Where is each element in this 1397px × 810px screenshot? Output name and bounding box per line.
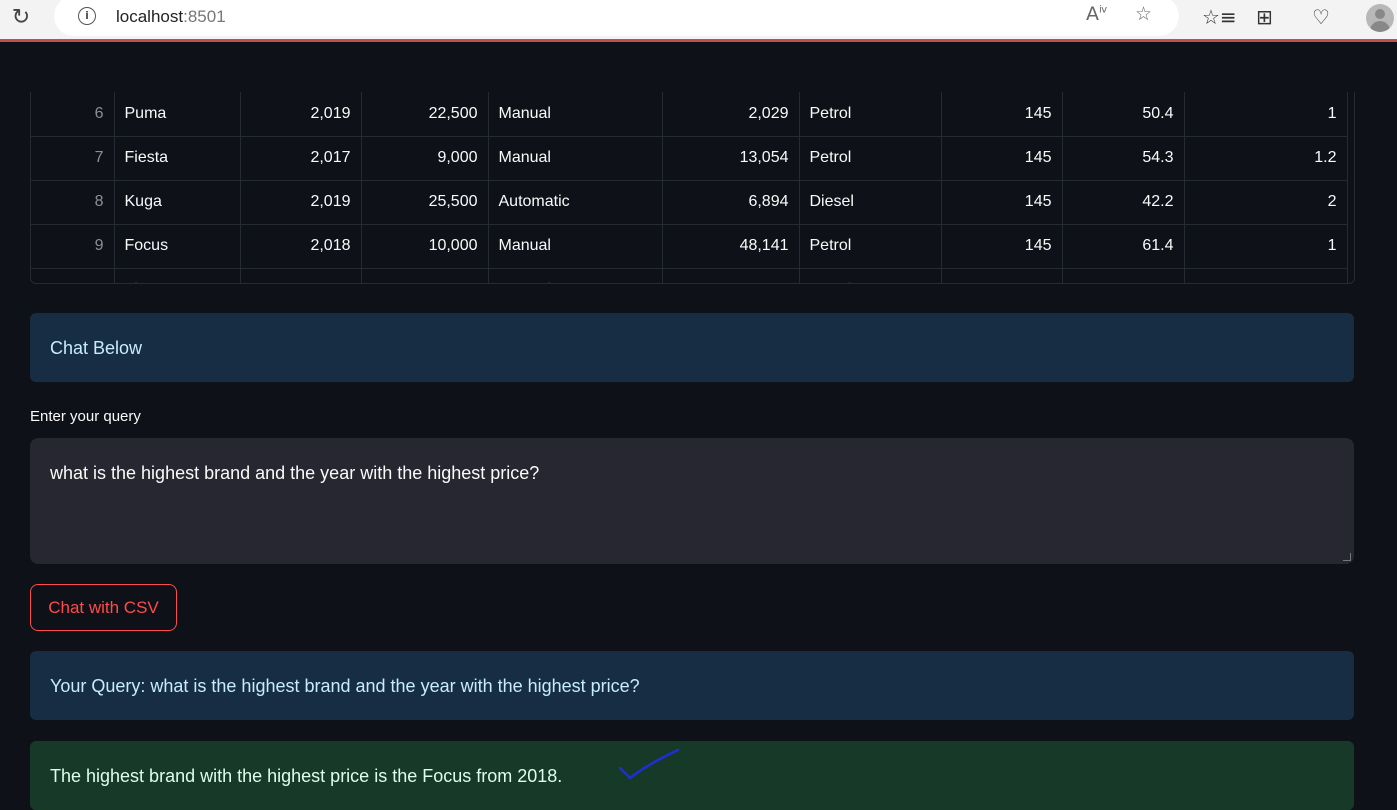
cell-year[interactable]: 2,017 <box>240 136 362 181</box>
favorites-list-icon[interactable]: ☆≡ <box>1202 5 1237 29</box>
url-text: localhost:8501 <box>116 7 226 27</box>
table-row[interactable]: 6 Puma 2,019 22,500 Manual 2,029 Petrol 145 50.4… <box>31 92 1348 137</box>
cell-engine[interactable]: 1 <box>1184 92 1348 137</box>
cell-mileage[interactable]: 10,000 <box>662 268 800 283</box>
cell-transmission[interactable]: Manual <box>488 224 663 269</box>
cell-year[interactable]: 2,018 <box>240 224 362 269</box>
resize-handle-icon[interactable] <box>1343 553 1351 561</box>
cell-tax[interactable]: 145 <box>941 224 1063 269</box>
your-query-box: Your Query: what is the highest brand an… <box>30 651 1354 720</box>
cell-engine[interactable]: 1 <box>1184 224 1348 269</box>
table-row[interactable]: 10Fiesta2,01911,500Manual10,000Petrol145… <box>31 268 1348 283</box>
cell-mileage[interactable]: 13,054 <box>662 136 800 181</box>
cell-tax[interactable]: 145 <box>941 268 1063 283</box>
cell-model[interactable]: Focus <box>114 224 241 269</box>
cell-index[interactable]: 10 <box>31 268 115 283</box>
cell-tax[interactable]: 145 <box>941 180 1063 225</box>
cell-price[interactable]: 10,000 <box>361 224 489 269</box>
answer-text: The highest brand with the highest price… <box>50 766 563 786</box>
answer-box: The highest brand with the highest price… <box>30 741 1354 810</box>
site-info-icon[interactable]: i <box>78 7 96 25</box>
url-host: localhost <box>116 7 184 26</box>
cell-price[interactable]: 9,000 <box>361 136 489 181</box>
cell-price[interactable]: 22,500 <box>361 92 489 137</box>
cell-price[interactable]: 11,500 <box>361 268 489 283</box>
cell-model[interactable]: Kuga <box>114 180 241 225</box>
cell-mpg[interactable]: 61.4 <box>1062 224 1185 269</box>
cell-model[interactable]: Puma <box>114 92 241 137</box>
cell-index[interactable]: 6 <box>31 92 115 137</box>
cell-mileage[interactable]: 6,894 <box>662 180 800 225</box>
cell-year[interactable]: 2,019 <box>240 268 362 283</box>
cell-price[interactable]: 25,500 <box>361 180 489 225</box>
cell-mpg[interactable]: 42.2 <box>1062 180 1185 225</box>
cell-index[interactable]: 9 <box>31 224 115 269</box>
cell-mpg[interactable]: 54.3 <box>1062 136 1185 181</box>
cell-transmission[interactable]: Manual <box>488 92 663 137</box>
profile-avatar-icon[interactable] <box>1366 4 1394 32</box>
your-query-text: Your Query: what is the highest brand an… <box>50 676 640 696</box>
cell-engine[interactable]: 1.2 <box>1184 136 1348 181</box>
collections-icon[interactable]: ⊞ <box>1256 5 1273 29</box>
chat-with-csv-button[interactable]: Chat with CSV <box>30 584 177 631</box>
data-table: 6 Puma 2,019 22,500 Manual 2,029 Petrol 145 50.4… <box>31 92 1348 283</box>
cell-transmission[interactable]: Manual <box>488 268 663 283</box>
cell-transmission[interactable]: Automatic <box>488 180 663 225</box>
cell-fuel[interactable]: Petrol <box>799 92 942 137</box>
read-aloud-icon[interactable]: Aⅳ <box>1086 3 1107 25</box>
cell-fuel[interactable]: Petrol <box>799 224 942 269</box>
address-bar[interactable]: i localhost:8501 Aⅳ ☆ <box>54 0 1179 36</box>
chat-header-box: Chat Below <box>30 313 1354 382</box>
browser-toolbar: ↻ i localhost:8501 Aⅳ ☆ ☆≡ ⊞ ♡ <box>0 0 1397 42</box>
cell-mpg[interactable]: 50.4 <box>1062 92 1185 137</box>
cell-model[interactable]: Fiesta <box>114 136 241 181</box>
cell-engine[interactable]: 2 <box>1184 180 1348 225</box>
cell-mpg[interactable]: 58.9 <box>1062 268 1185 283</box>
table-row[interactable]: 9 Focus 2,018 10,000 Manual 48,141 Petrol 145 61… <box>31 224 1348 269</box>
url-port: :8501 <box>183 7 226 26</box>
cell-year[interactable]: 2,019 <box>240 92 362 137</box>
cell-fuel[interactable]: Petrol <box>799 268 942 283</box>
query-textarea-value[interactable]: what is the highest brand and the year w… <box>50 463 539 484</box>
cell-model[interactable]: Fiesta <box>114 268 241 283</box>
query-input-label: Enter your query <box>30 408 141 425</box>
table-row[interactable]: 8 Kuga 2,019 25,500 Automatic 6,894 Diesel 145 4… <box>31 180 1348 225</box>
cell-tax[interactable]: 145 <box>941 92 1063 137</box>
handwritten-checkmark-icon <box>618 748 680 780</box>
cell-engine[interactable]: 1 <box>1184 268 1348 283</box>
cell-index[interactable]: 8 <box>31 180 115 225</box>
cell-fuel[interactable]: Diesel <box>799 180 942 225</box>
table-row[interactable]: 7 Fiesta 2,017 9,000 Manual 13,054 Petrol 145 54… <box>31 136 1348 181</box>
favorite-star-icon[interactable]: ☆ <box>1135 3 1152 25</box>
chat-header-text: Chat Below <box>50 338 143 358</box>
cell-year[interactable]: 2,019 <box>240 180 362 225</box>
cell-mileage[interactable]: 2,029 <box>662 92 800 137</box>
query-textarea[interactable]: what is the highest brand and the year w… <box>30 438 1354 564</box>
cell-index[interactable]: 7 <box>31 136 115 181</box>
cell-fuel[interactable]: Petrol <box>799 136 942 181</box>
cell-mileage[interactable]: 48,141 <box>662 224 800 269</box>
cell-tax[interactable]: 145 <box>941 136 1063 181</box>
dataframe[interactable]: 6 Puma 2,019 22,500 Manual 2,029 Petrol 145 50.4… <box>30 92 1355 284</box>
reload-icon[interactable]: ↻ <box>8 5 34 31</box>
cell-transmission[interactable]: Manual <box>488 136 663 181</box>
browser-essentials-icon[interactable]: ♡ <box>1312 5 1330 29</box>
